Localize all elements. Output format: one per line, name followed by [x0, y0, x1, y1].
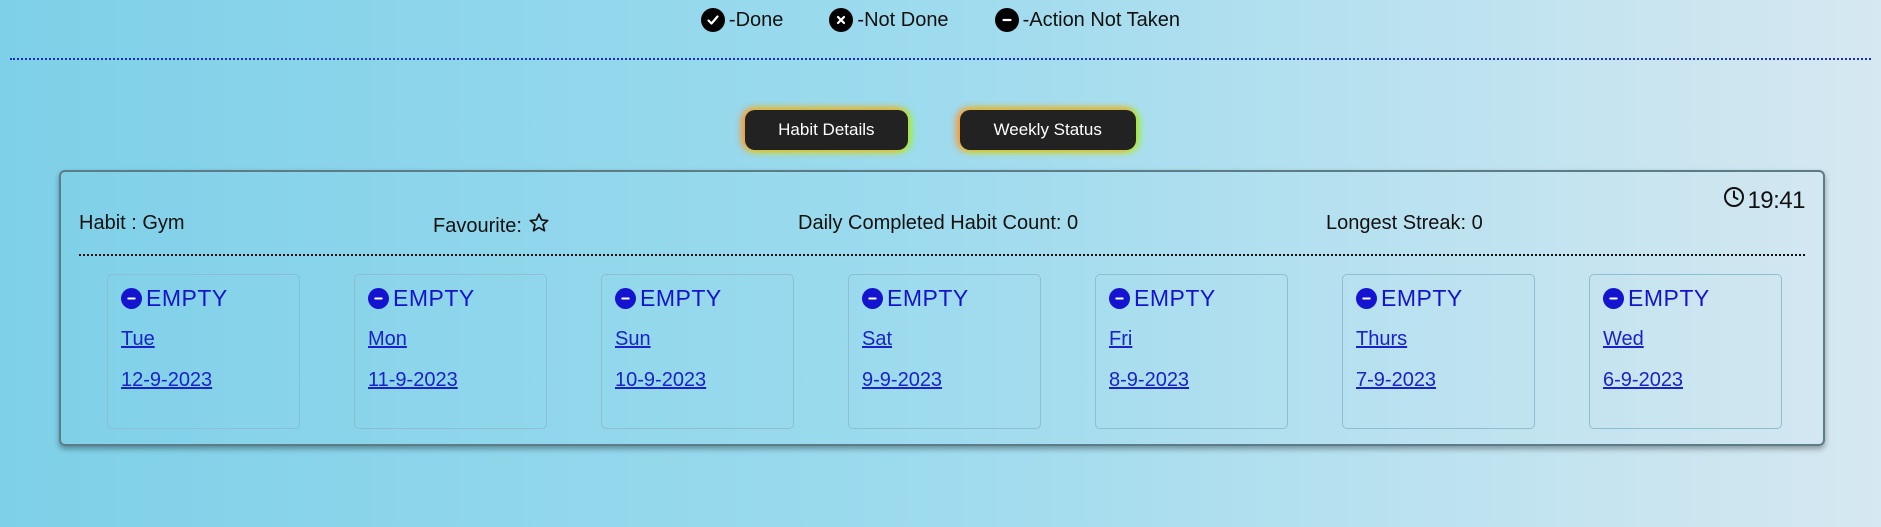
- day-box-sat: EMPTY Sat 9-9-2023: [848, 274, 1041, 429]
- minus-circle-icon: [994, 8, 1019, 32]
- view-toggle-buttons: Habit Details Weekly Status: [0, 110, 1881, 150]
- weekly-status-button[interactable]: Weekly Status: [959, 110, 1136, 150]
- minus-circle-icon: [1109, 287, 1130, 309]
- day-date-link[interactable]: 12-9-2023: [121, 369, 286, 392]
- legend-action-not-taken: -Action Not Taken: [994, 8, 1181, 32]
- clock-time: 19:41: [1747, 186, 1805, 214]
- day-status: EMPTY: [862, 285, 1027, 311]
- day-box-sun: EMPTY Sun 10-9-2023: [601, 274, 794, 429]
- day-date-link[interactable]: 10-9-2023: [615, 369, 780, 392]
- habit-name: Habit : Gym: [79, 212, 185, 234]
- legend-action-not-taken-label: -Action Not Taken: [1022, 8, 1181, 31]
- minus-circle-icon: [1603, 287, 1624, 309]
- day-name-link[interactable]: Fri: [1109, 328, 1274, 351]
- star-icon[interactable]: [528, 212, 550, 240]
- day-date-link[interactable]: 7-9-2023: [1356, 369, 1521, 392]
- day-status-label: EMPTY: [393, 284, 475, 311]
- day-status: EMPTY: [368, 285, 533, 311]
- day-name-link[interactable]: Mon: [368, 328, 533, 351]
- day-date-link[interactable]: 11-9-2023: [368, 369, 533, 392]
- day-date-link[interactable]: 9-9-2023: [862, 369, 1027, 392]
- day-status-label: EMPTY: [1628, 284, 1710, 311]
- day-status: EMPTY: [1109, 285, 1274, 311]
- day-status-label: EMPTY: [640, 284, 722, 311]
- day-name-link[interactable]: Wed: [1603, 328, 1768, 351]
- status-legend: -Done -Not Done -Action Not Taken: [0, 8, 1881, 32]
- clock-icon: [1723, 186, 1745, 215]
- favourite: Favourite:: [433, 212, 550, 240]
- clock: 19:41: [1723, 186, 1805, 215]
- day-box-thurs: EMPTY Thurs 7-9-2023: [1342, 274, 1535, 429]
- day-name-link[interactable]: Sun: [615, 328, 780, 351]
- legend-done: -Done: [700, 8, 784, 32]
- day-date-link[interactable]: 8-9-2023: [1109, 369, 1274, 392]
- legend-not-done: -Not Done: [829, 8, 949, 32]
- minus-circle-icon: [1356, 287, 1377, 309]
- day-date-link[interactable]: 6-9-2023: [1603, 369, 1768, 392]
- legend-done-label: -Done: [728, 8, 784, 31]
- top-divider: [10, 58, 1871, 60]
- day-status-label: EMPTY: [1134, 284, 1216, 311]
- day-status-label: EMPTY: [1381, 284, 1463, 311]
- day-name-link[interactable]: Thurs: [1356, 328, 1521, 351]
- habit-details-button[interactable]: Habit Details: [745, 110, 908, 150]
- day-status: EMPTY: [1603, 285, 1768, 311]
- day-box-fri: EMPTY Fri 8-9-2023: [1095, 274, 1288, 429]
- day-status: EMPTY: [1356, 285, 1521, 311]
- x-circle-icon: [829, 8, 854, 32]
- day-name-link[interactable]: Tue: [121, 328, 286, 351]
- minus-circle-icon: [862, 287, 883, 309]
- longest-streak: Longest Streak: 0: [1326, 212, 1483, 234]
- minus-circle-icon: [615, 287, 636, 309]
- favourite-label: Favourite:: [433, 214, 522, 237]
- day-status: EMPTY: [615, 285, 780, 311]
- minus-circle-icon: [368, 287, 389, 309]
- day-box-wed: EMPTY Wed 6-9-2023: [1589, 274, 1782, 429]
- legend-not-done-label: -Not Done: [857, 8, 949, 31]
- check-circle-icon: [700, 8, 725, 32]
- minus-circle-icon: [121, 287, 142, 309]
- day-status-label: EMPTY: [887, 284, 969, 311]
- day-status-label: EMPTY: [146, 284, 228, 311]
- day-box-mon: EMPTY Mon 11-9-2023: [354, 274, 547, 429]
- day-status: EMPTY: [121, 285, 286, 311]
- day-name-link[interactable]: Sat: [862, 328, 1027, 351]
- day-box-tue: EMPTY Tue 12-9-2023: [107, 274, 300, 429]
- habit-card: 19:41 Habit : Gym Favourite: Daily Compl…: [59, 170, 1825, 446]
- card-divider: [79, 254, 1805, 256]
- daily-completed-count: Daily Completed Habit Count: 0: [798, 212, 1079, 234]
